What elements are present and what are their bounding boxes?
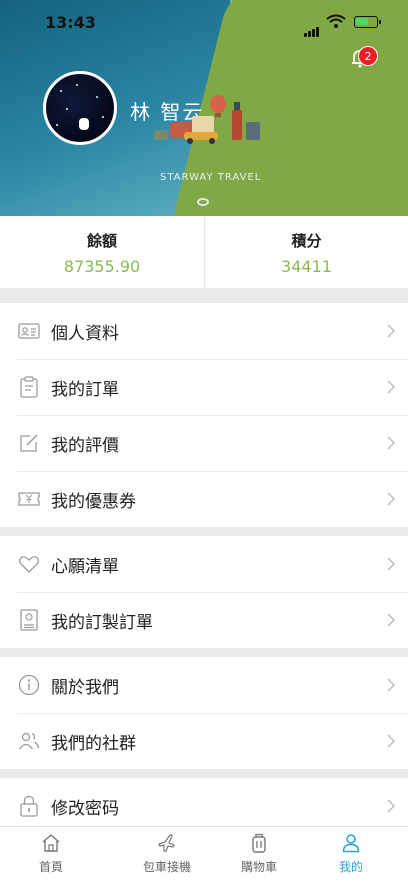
status-time: 13:43 <box>45 13 96 32</box>
chevron-right-icon <box>387 557 396 571</box>
community-icon <box>18 732 40 750</box>
custom-order-icon <box>20 609 38 631</box>
signal-icon <box>304 18 320 37</box>
menu-item-coupons[interactable]: 我的優惠券 <box>0 471 408 527</box>
brand-logo-icon <box>197 198 209 206</box>
menu-item-orders[interactable]: 我的訂單 <box>0 359 408 415</box>
section-divider <box>0 769 408 778</box>
chevron-right-icon <box>387 734 396 748</box>
menu-item-reviews[interactable]: 我的評價 <box>0 415 408 471</box>
tab-me[interactable]: 我的 <box>300 827 402 883</box>
menu-item-about-us[interactable]: 關於我們 <box>0 657 408 713</box>
coupon-icon <box>18 492 40 506</box>
id-card-icon <box>18 323 40 339</box>
chevron-right-icon <box>387 799 396 813</box>
notification-badge: 2 <box>358 46 378 66</box>
menu-item-label: 我們的社群 <box>51 734 136 754</box>
brand-text: STARWAY TRAVEL <box>160 172 262 183</box>
heart-icon <box>18 556 40 573</box>
menu-item-custom-orders[interactable]: 我的訂製訂單 <box>0 592 408 648</box>
tab-label: 我的 <box>338 860 363 874</box>
tab-label: 包車接機 <box>142 860 191 874</box>
astronaut-figure <box>79 118 89 130</box>
chevron-right-icon <box>387 613 396 627</box>
tab-home[interactable]: 首頁 <box>0 827 102 883</box>
status-bar: 13:43 <box>0 0 408 44</box>
menu-group-account: 個人資料 我的訂單 我的評價 我的優惠券 <box>0 303 408 527</box>
points-label: 積分 <box>291 232 322 250</box>
tab-label: 首頁 <box>38 860 63 874</box>
chevron-right-icon <box>387 380 396 394</box>
bottom-tab-bar: 首頁 包車接機 購物車 我的 <box>0 826 408 883</box>
battery-icon <box>354 16 381 28</box>
menu-item-label: 心願清單 <box>51 557 119 577</box>
wifi-icon <box>326 14 346 28</box>
luggage-icon <box>252 833 266 853</box>
menu-item-profile[interactable]: 個人資料 <box>0 303 408 359</box>
chevron-right-icon <box>387 324 396 338</box>
menu-item-label: 修改密码 <box>51 799 119 819</box>
chevron-right-icon <box>387 436 396 450</box>
points-value: 34411 <box>281 257 332 276</box>
points-stat[interactable]: 積分 34411 <box>204 216 408 289</box>
tab-label: 購物車 <box>240 860 277 874</box>
balance-label: 餘額 <box>86 232 117 250</box>
travel-illustration <box>154 95 260 144</box>
home-icon <box>42 834 60 852</box>
menu-item-community[interactable]: 我們的社群 <box>0 713 408 769</box>
avatar[interactable] <box>43 71 117 145</box>
edit-icon <box>20 434 38 452</box>
section-divider <box>0 648 408 657</box>
menu-item-wishlist[interactable]: 心願清單 <box>0 536 408 592</box>
lock-icon <box>20 795 38 817</box>
account-stats: 餘額 87355.90 積分 34411 <box>0 216 408 289</box>
balance-value: 87355.90 <box>63 257 141 276</box>
menu-item-label: 我的評價 <box>51 436 119 456</box>
section-divider <box>0 527 408 536</box>
menu-item-label: 我的優惠券 <box>51 492 136 512</box>
tab-charter-transfer[interactable]: 包車接機 <box>116 827 218 883</box>
section-divider <box>0 289 408 303</box>
tab-cart[interactable]: 購物車 <box>208 827 310 883</box>
menu-item-label: 我的訂製訂單 <box>51 613 153 633</box>
menu-group-wishlist: 心願清單 我的訂製訂單 <box>0 536 408 648</box>
plane-icon <box>158 834 175 852</box>
chevron-right-icon <box>387 678 396 692</box>
clipboard-icon <box>20 376 38 398</box>
chevron-right-icon <box>387 492 396 506</box>
profile-banner: 13:43 2 林 智云 STARWAY TRAVEL <box>0 0 408 216</box>
balance-stat[interactable]: 餘額 87355.90 <box>0 216 204 289</box>
menu-item-label: 我的訂單 <box>51 380 119 400</box>
info-icon <box>18 674 40 696</box>
menu-group-about: 關於我們 我們的社群 <box>0 657 408 769</box>
profile-icon <box>342 834 360 853</box>
menu-item-label: 關於我們 <box>51 678 119 698</box>
menu-item-label: 個人資料 <box>51 324 119 344</box>
